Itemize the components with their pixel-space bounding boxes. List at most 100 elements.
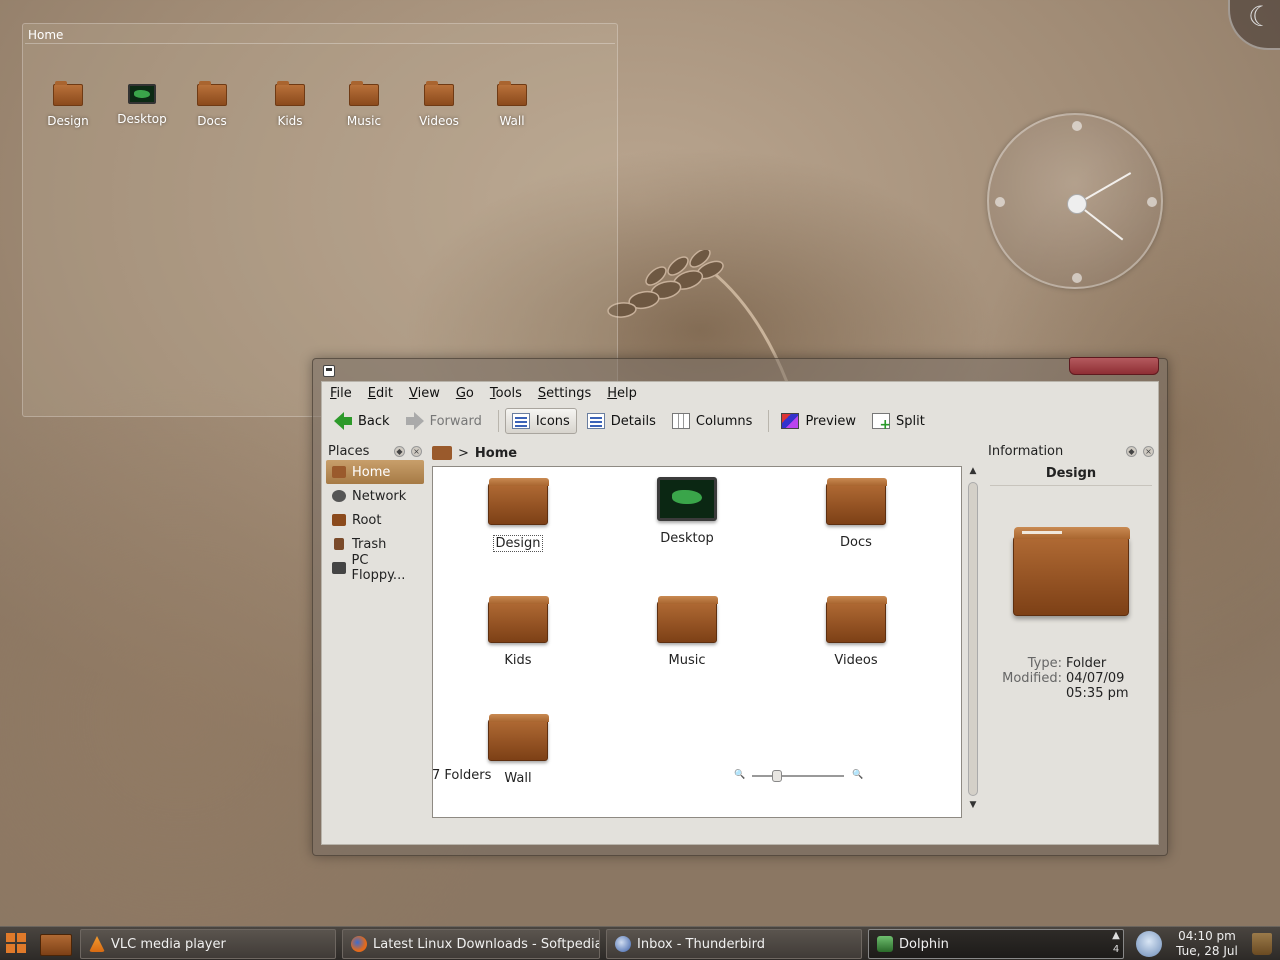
folder-quicklaunch-icon[interactable] xyxy=(40,934,72,956)
place-label: Trash xyxy=(352,536,387,552)
file-item-design[interactable]: Design xyxy=(458,477,578,552)
clock-date: Tue, 28 Jul xyxy=(1176,944,1238,958)
folder-icon xyxy=(657,596,718,643)
fv-item-videos[interactable]: Videos xyxy=(404,81,474,128)
split-button[interactable]: Split xyxy=(866,408,931,434)
float-icon[interactable]: ◆ xyxy=(1126,445,1137,457)
place-home[interactable]: Home xyxy=(326,460,424,484)
file-item-kids[interactable]: Kids xyxy=(458,595,578,668)
place-root[interactable]: Root xyxy=(326,508,424,532)
folder-icon xyxy=(497,81,527,106)
folder-icon xyxy=(53,81,83,106)
info-type-value: Folder xyxy=(1066,656,1107,671)
folder-icon xyxy=(349,81,379,106)
folder-preview-icon xyxy=(1013,527,1130,616)
folder-view-title: Home xyxy=(25,24,615,44)
file-item-videos[interactable]: Videos xyxy=(796,595,916,668)
scroll-down-icon[interactable]: ▼ xyxy=(966,800,980,812)
details-view-icon xyxy=(586,413,605,429)
toolbar-separator xyxy=(497,410,499,432)
task-thunderbird[interactable]: Inbox - Thunderbird xyxy=(606,929,862,959)
fv-item-wall[interactable]: Wall xyxy=(477,81,547,128)
place-floppy[interactable]: PC Floppy... xyxy=(326,553,424,583)
main-toolbar: Back Forward Icons Details Columns Previ… xyxy=(322,404,1158,438)
clock-mark xyxy=(1072,121,1082,131)
task-dolphin[interactable]: Dolphin xyxy=(868,929,1124,959)
place-network[interactable]: Network xyxy=(326,484,424,508)
arrow-left-icon xyxy=(334,412,352,430)
place-label: Root xyxy=(352,512,382,528)
file-item-label: Docs xyxy=(840,535,872,550)
file-item-music[interactable]: Music xyxy=(627,595,747,668)
fv-item-label: Videos xyxy=(419,114,459,128)
system-tray-icon[interactable] xyxy=(1136,931,1162,957)
folder-red-icon xyxy=(332,514,346,526)
icons-view-icon xyxy=(511,413,530,429)
file-item-label: Kids xyxy=(504,653,532,668)
zoom-slider[interactable]: 🔍 🔍 xyxy=(732,770,863,782)
fv-item-label: Wall xyxy=(499,114,525,128)
fv-item-kids[interactable]: Kids xyxy=(255,81,325,128)
forward-button[interactable]: Forward xyxy=(400,408,488,434)
vlc-icon xyxy=(89,936,105,952)
window-titlebar[interactable] xyxy=(313,357,1167,381)
task-vlc[interactable]: VLC media player xyxy=(80,929,336,959)
close-icon[interactable]: × xyxy=(1143,445,1154,457)
fv-item-docs[interactable]: Docs xyxy=(177,81,247,128)
folder-icon xyxy=(424,81,454,106)
breadcrumb-current[interactable]: Home xyxy=(475,446,517,461)
application-launcher-icon[interactable] xyxy=(6,933,28,955)
fv-item-design[interactable]: Design xyxy=(33,81,103,128)
preview-button[interactable]: Preview xyxy=(775,408,862,434)
menu-settings[interactable]: Settings xyxy=(538,386,591,401)
file-item-label: Design xyxy=(492,535,544,552)
info-metadata: Type: Folder Modified: 04/07/09 05:35 pm xyxy=(984,656,1158,701)
zoom-slider-track[interactable] xyxy=(752,775,844,777)
trash-icon[interactable] xyxy=(1252,933,1272,955)
digital-clock[interactable]: 04:10 pm Tue, 28 Jul xyxy=(1168,929,1246,959)
menu-file[interactable]: File xyxy=(330,386,352,401)
zoom-in-icon[interactable]: 🔍 xyxy=(852,770,863,780)
icons-view-label: Icons xyxy=(535,413,570,429)
window-menu-icon[interactable] xyxy=(323,365,335,377)
float-icon[interactable]: ◆ xyxy=(394,445,405,457)
fv-item-label: Desktop xyxy=(117,112,167,126)
file-item-docs[interactable]: Docs xyxy=(796,477,916,550)
split-label: Split xyxy=(896,413,925,429)
info-modified-label: Modified: xyxy=(1002,671,1062,686)
icons-view-button[interactable]: Icons xyxy=(504,408,577,434)
menu-view[interactable]: View xyxy=(409,386,440,401)
places-panel: Places ◆ × Home Network Root Trash PC Fl… xyxy=(324,442,426,842)
back-button[interactable]: Back xyxy=(328,408,396,434)
details-view-button[interactable]: Details xyxy=(581,408,662,434)
home-folder-icon xyxy=(332,466,346,478)
menu-go[interactable]: Go xyxy=(456,386,474,401)
zoom-slider-handle[interactable] xyxy=(772,770,782,782)
close-icon[interactable]: × xyxy=(411,445,422,457)
fv-item-label: Music xyxy=(346,114,382,128)
desktop-pager[interactable]: ▲ 4 xyxy=(1108,929,1124,957)
scrollbar-track[interactable] xyxy=(968,482,978,796)
folder-icon xyxy=(488,714,549,761)
status-text: 7 Folders xyxy=(432,767,492,783)
fv-item-label: Docs xyxy=(197,114,227,128)
desktop-toolbox-button[interactable]: ☾ xyxy=(1228,0,1280,50)
zoom-out-icon[interactable]: 🔍 xyxy=(734,770,745,780)
file-item-desktop[interactable]: Desktop xyxy=(627,477,747,546)
file-item-label: Music xyxy=(668,653,706,668)
scroll-up-icon[interactable]: ▲ xyxy=(966,466,980,478)
folder-icon xyxy=(826,596,887,643)
window-close-button[interactable] xyxy=(1069,357,1159,375)
menu-help[interactable]: Help xyxy=(607,386,637,401)
task-firefox[interactable]: Latest Linux Downloads - Softpedia xyxy=(342,929,600,959)
fv-item-music[interactable]: Music xyxy=(329,81,399,128)
columns-view-button[interactable]: Columns xyxy=(666,408,759,434)
firefox-icon xyxy=(351,936,367,952)
details-view-label: Details xyxy=(610,413,656,429)
home-folder-icon[interactable] xyxy=(432,446,452,460)
menu-edit[interactable]: Edit xyxy=(368,386,393,401)
fv-item-desktop[interactable]: Desktop xyxy=(107,84,177,126)
menu-tools[interactable]: Tools xyxy=(490,386,522,401)
dolphin-window: File Edit View Go Tools Settings Help Ba… xyxy=(312,357,1168,856)
status-bar: 7 Folders xyxy=(430,766,972,784)
